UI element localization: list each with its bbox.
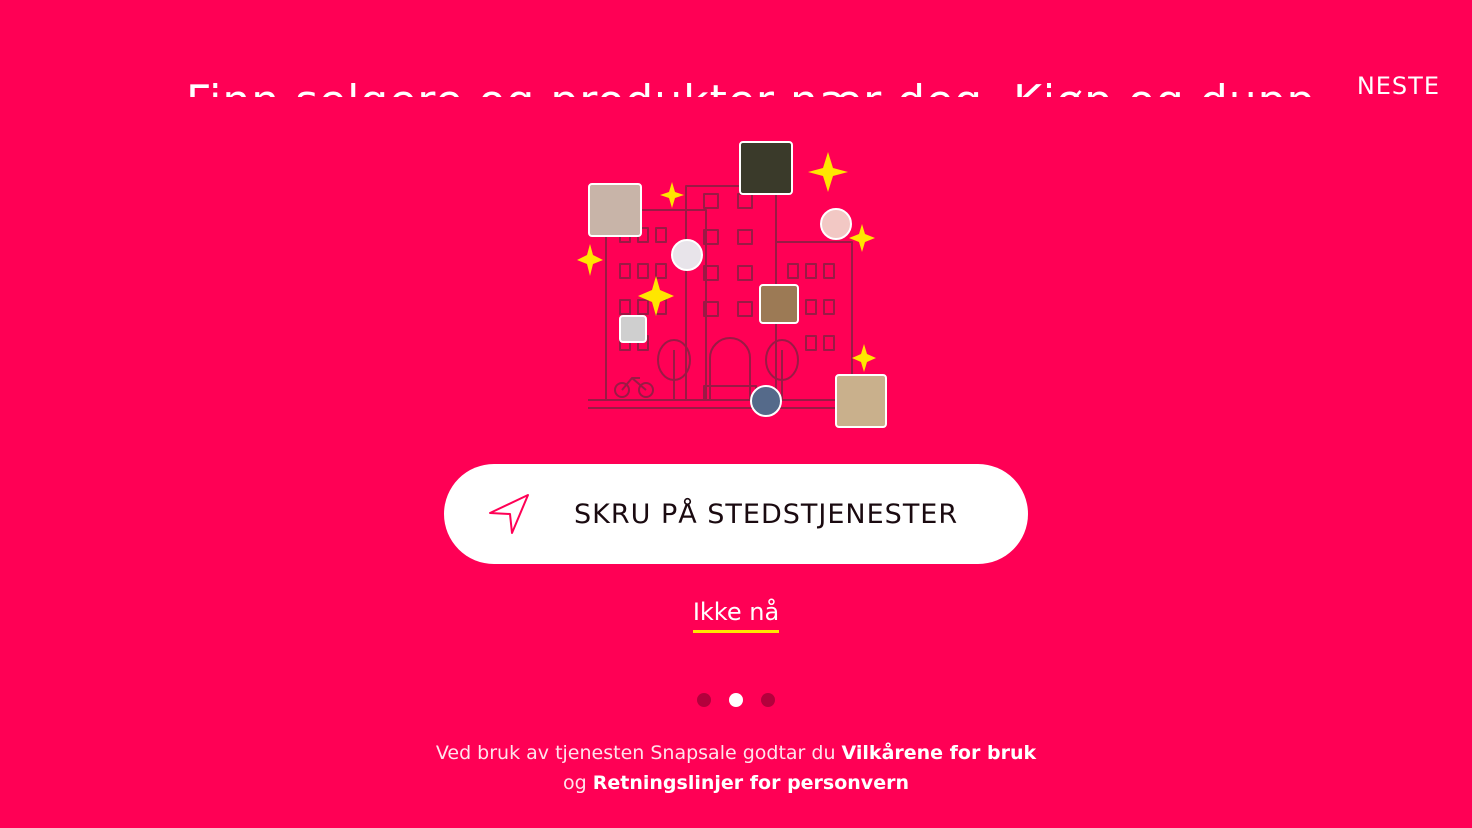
next-button[interactable]: NESTE [1357,72,1440,100]
page-indicator [0,693,1472,707]
terms-prefix: Ved bruk av tjenesten Snapsale godtar du [435,742,842,764]
page-dot-3[interactable] [761,693,775,707]
page-dot-2-active[interactable] [729,693,743,707]
onboarding-screen: Finn selgere og produkter nær deg. Kjøp … [0,0,1472,828]
header-title-clip: Finn selgere og produkter nær deg. Kjøp … [150,70,1320,97]
terms-text: Ved bruk av tjenesten Snapsale godtar du… [430,738,1042,798]
city-illustration [570,138,900,438]
enable-location-button[interactable]: SKRU PÅ STEDSTJENESTER [444,464,1028,564]
terms-of-use-link[interactable]: Vilkårene for bruk [842,742,1037,764]
privacy-policy-link[interactable]: Retningslinjer for personvern [593,772,909,794]
not-now-wrapper: Ikke nå [0,598,1472,633]
terms-conjunction: og [563,772,593,794]
not-now-link[interactable]: Ikke nå [692,598,780,633]
enable-location-label: SKRU PÅ STEDSTJENESTER [574,498,959,530]
header-title: Finn selgere og produkter nær deg. Kjøp … [186,76,1320,97]
page-dot-1[interactable] [697,693,711,707]
location-arrow-icon [489,494,529,534]
